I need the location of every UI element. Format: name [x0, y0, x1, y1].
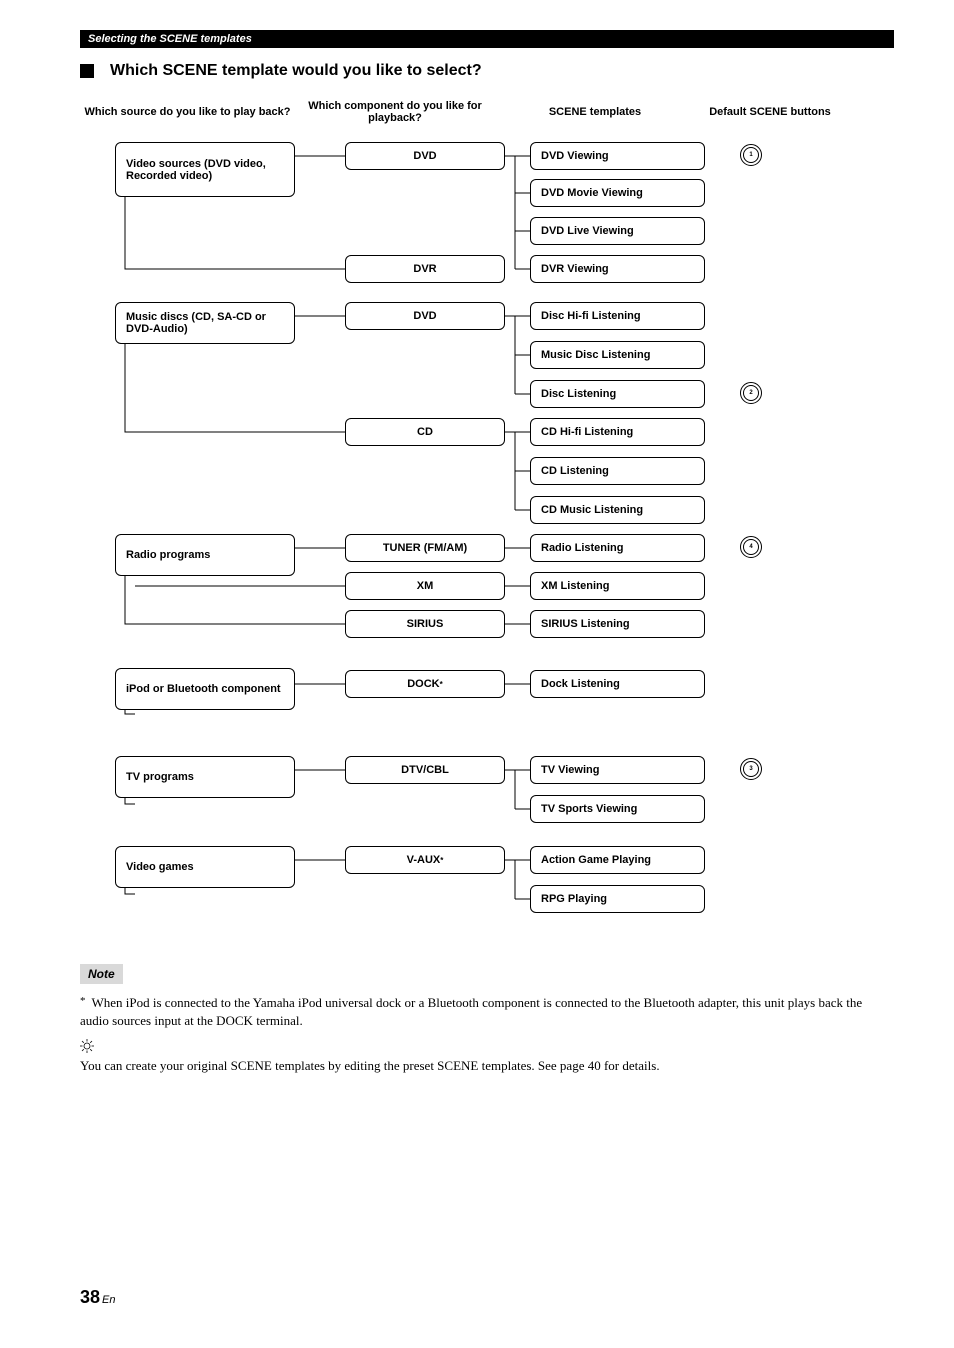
template-cd-hifi: CD Hi-fi Listening	[530, 418, 705, 446]
page-number-value: 38	[80, 1287, 100, 1307]
source-ipod: iPod or Bluetooth component	[115, 668, 295, 710]
component-dvd: DVD	[345, 142, 505, 170]
template-rpg: RPG Playing	[530, 885, 705, 913]
template-cd-listening: CD Listening	[530, 457, 705, 485]
template-music-disc: Music Disc Listening	[530, 341, 705, 369]
flow-diagram: Video sources (DVD video, Recorded video…	[80, 134, 894, 934]
section-title: Which SCENE template would you like to s…	[80, 62, 894, 80]
component-dvd-2: DVD	[345, 302, 505, 330]
asterisk-icon: *	[440, 856, 443, 865]
note-asterisk: *	[80, 995, 86, 1007]
template-disc-listening: Disc Listening	[530, 380, 705, 408]
component-vaux-label: V-AUX	[407, 854, 441, 866]
template-action-game: Action Game Playing	[530, 846, 705, 874]
source-radio: Radio programs	[115, 534, 295, 576]
scene-button-2-icon: 2	[740, 382, 762, 404]
template-dock-listening: Dock Listening	[530, 670, 705, 698]
component-xm: XM	[345, 572, 505, 600]
component-tuner: TUNER (FM/AM)	[345, 534, 505, 562]
col-header-component: Which component do you like for playback…	[295, 100, 495, 124]
section-title-text: Which SCENE template would you like to s…	[110, 62, 482, 80]
square-bullet-icon	[80, 64, 94, 78]
component-cd: CD	[345, 418, 505, 446]
col-header-buttons: Default SCENE buttons	[695, 100, 845, 124]
note-text: *When iPod is connected to the Yamaha iP…	[80, 994, 894, 1029]
component-dock: DOCK*	[345, 670, 505, 698]
template-xm-listening: XM Listening	[530, 572, 705, 600]
template-tv-sports: TV Sports Viewing	[530, 795, 705, 823]
scene-button-1-label: 1	[749, 152, 752, 158]
template-disc-hifi: Disc Hi-fi Listening	[530, 302, 705, 330]
source-music: Music discs (CD, SA-CD or DVD-Audio)	[115, 302, 295, 344]
template-radio-listening: Radio Listening	[530, 534, 705, 562]
source-tv: TV programs	[115, 756, 295, 798]
scene-button-4-label: 4	[749, 544, 752, 550]
scene-button-1-icon: 1	[740, 144, 762, 166]
col-header-source: Which source do you like to play back?	[80, 100, 295, 124]
note-label: Note	[80, 964, 123, 984]
asterisk-icon: *	[440, 680, 443, 689]
template-cd-music: CD Music Listening	[530, 496, 705, 524]
scene-button-2-label: 2	[749, 390, 752, 396]
note-body: When iPod is connected to the Yamaha iPo…	[80, 995, 862, 1028]
tip-icon	[80, 1039, 894, 1056]
scene-button-3-icon: 3	[740, 758, 762, 780]
page-lang: En	[102, 1294, 115, 1306]
template-dvr-viewing: DVR Viewing	[530, 255, 705, 283]
component-dtv: DTV/CBL	[345, 756, 505, 784]
source-games: Video games	[115, 846, 295, 888]
scene-button-3-label: 3	[749, 766, 752, 772]
page-number: 38En	[80, 1287, 116, 1308]
template-sirius-listening: SIRIUS Listening	[530, 610, 705, 638]
component-dock-label: DOCK	[407, 678, 439, 690]
template-dvd-live: DVD Live Viewing	[530, 217, 705, 245]
component-dvr: DVR	[345, 255, 505, 283]
header-bar: Selecting the SCENE templates	[80, 30, 894, 48]
component-sirius: SIRIUS	[345, 610, 505, 638]
tip-text: You can create your original SCENE templ…	[80, 1058, 894, 1074]
template-tv-viewing: TV Viewing	[530, 756, 705, 784]
template-dvd-viewing: DVD Viewing	[530, 142, 705, 170]
component-vaux: V-AUX*	[345, 846, 505, 874]
scene-button-4-icon: 4	[740, 536, 762, 558]
column-headers: Which source do you like to play back? W…	[80, 100, 894, 124]
source-video: Video sources (DVD video, Recorded video…	[115, 142, 295, 197]
col-header-templates: SCENE templates	[495, 100, 695, 124]
template-dvd-movie: DVD Movie Viewing	[530, 179, 705, 207]
